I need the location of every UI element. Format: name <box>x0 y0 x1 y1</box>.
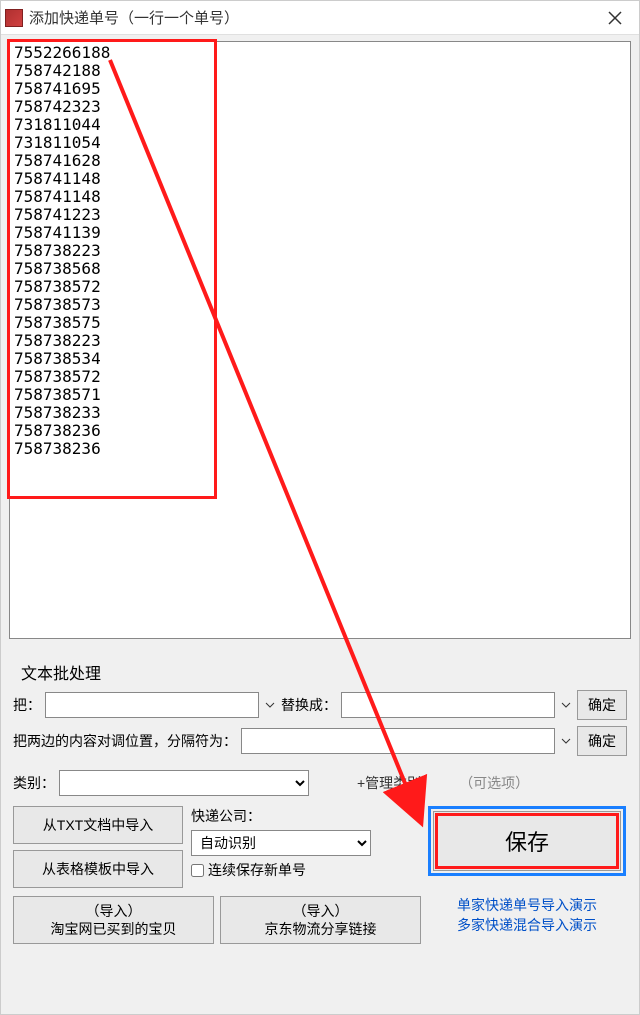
tracking-input-area <box>9 41 631 642</box>
text-batch-section: 文本批处理 把： 替换成： 确定 把两边的内容对调位置，分隔符为： 确定 类别：… <box>1 642 639 802</box>
continuous-save-checkbox[interactable] <box>191 864 204 877</box>
swap-label: 把两边的内容对调位置，分隔符为： <box>13 731 237 751</box>
dialog-window: 添加快递单号（一行一个单号） 文本批处理 把： 替换成： 确定 把两边的内容对调… <box>0 0 640 1015</box>
app-icon <box>5 9 23 27</box>
bottom-controls: 从TXT文档中导入 从表格模板中导入 快递公司： 自动识别 连续保存新单号 保存 <box>1 802 639 896</box>
text-batch-title: 文本批处理 <box>21 660 627 684</box>
courier-select[interactable]: 自动识别 <box>191 830 371 856</box>
swap-delimiter-input[interactable] <box>241 728 555 754</box>
demo-multi-link[interactable]: 多家快递混合导入演示 <box>457 916 597 934</box>
import-jd-button[interactable]: （导入） 京东物流分享链接 <box>220 896 421 944</box>
replace-to-input[interactable] <box>341 692 555 718</box>
chevron-down-icon <box>559 698 573 712</box>
import-txt-button[interactable]: 从TXT文档中导入 <box>13 806 183 844</box>
courier-label: 快递公司： <box>191 806 419 826</box>
taobao-sub-label: （导入） <box>86 902 142 920</box>
import-sheet-button[interactable]: 从表格模板中导入 <box>13 850 183 888</box>
close-button[interactable] <box>595 3 635 33</box>
window-title: 添加快递单号（一行一个单号） <box>29 7 595 28</box>
chevron-down-icon <box>263 698 277 712</box>
jd-sub-label: （导入） <box>293 902 349 920</box>
continuous-save-row[interactable]: 连续保存新单号 <box>191 860 419 880</box>
swap-confirm-button[interactable]: 确定 <box>577 726 627 756</box>
tracking-numbers-textarea[interactable] <box>9 41 631 639</box>
category-optional-label: （可选项） <box>459 773 529 793</box>
category-select[interactable] <box>59 770 309 796</box>
jd-label: 京东物流分享链接 <box>265 920 377 938</box>
manage-category-link[interactable]: +管理类别 <box>357 774 421 792</box>
category-label: 类别： <box>13 773 55 793</box>
save-highlight-wrap: 保存 <box>428 806 626 876</box>
replace-confirm-button[interactable]: 确定 <box>577 690 627 720</box>
chevron-down-icon <box>559 734 573 748</box>
save-button[interactable]: 保存 <box>433 811 621 871</box>
replace-from-label: 把： <box>13 695 41 715</box>
replace-to-label: 替换成： <box>281 695 337 715</box>
close-icon <box>608 11 622 25</box>
taobao-label: 淘宝网已买到的宝贝 <box>51 920 177 938</box>
import-taobao-button[interactable]: （导入） 淘宝网已买到的宝贝 <box>13 896 214 944</box>
demo-single-link[interactable]: 单家快递单号导入演示 <box>457 896 597 914</box>
titlebar: 添加快递单号（一行一个单号） <box>1 1 639 35</box>
continuous-save-label: 连续保存新单号 <box>208 860 306 880</box>
replace-from-input[interactable] <box>45 692 259 718</box>
